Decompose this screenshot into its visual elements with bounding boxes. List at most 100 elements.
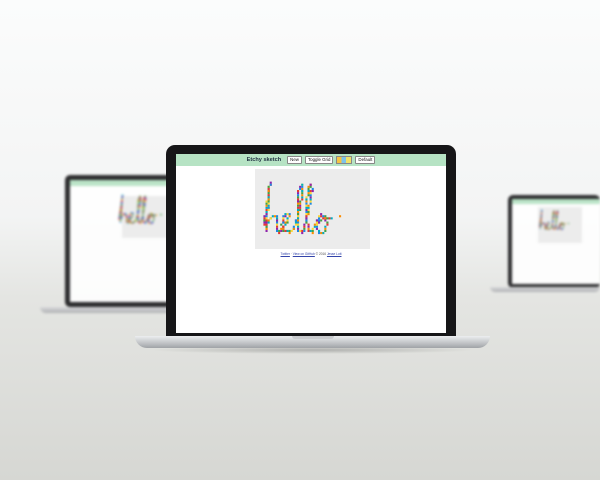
thumbnail-pixel [552, 215, 554, 217]
sketch-pixel [280, 223, 283, 226]
sketch-pixel [267, 194, 270, 197]
sketch-pixel [297, 198, 300, 201]
sketch-pixel [309, 229, 312, 232]
sketch-pixel [284, 215, 287, 218]
sketch-pixel [324, 229, 327, 232]
sketch-pixel [313, 225, 316, 228]
toggle-grid-button[interactable]: Toggle Grid [304, 155, 334, 165]
sketch-pixel [322, 217, 325, 220]
sketch-pixel [282, 217, 285, 220]
footer-link-twitter[interactable]: Twitter [281, 252, 290, 256]
thumbnail-pixel [554, 227, 556, 229]
sketch-pixel [282, 225, 285, 228]
thumbnail-pixel [137, 209, 139, 212]
new-button[interactable]: New [287, 155, 302, 165]
thumbnail-pixel [567, 222, 570, 225]
footer-link-author[interactable]: Jesse Lott [327, 252, 342, 256]
sketch-pixel [324, 227, 327, 230]
sketch-pixel [309, 202, 312, 205]
sketch-pixel [297, 200, 300, 203]
thumbnail-pixel [142, 209, 144, 212]
sketch-pixel [305, 202, 308, 205]
sketch-pixel [318, 229, 321, 232]
sketch-pixel [297, 215, 300, 218]
sketch-pixel [286, 217, 289, 220]
sketch-pixel [288, 232, 291, 235]
sketch-pixel [324, 225, 327, 228]
sketch-pixel [301, 196, 304, 199]
sketch-pixel [267, 185, 270, 188]
thumbnail-pixel [121, 200, 123, 202]
sketch-pixel [265, 211, 268, 214]
sketch-pixel [297, 192, 300, 195]
sketch-pixel [299, 208, 302, 211]
sketch-pixel [284, 229, 287, 232]
thumbnail-pixel [121, 201, 123, 204]
thumbnail-pixel [556, 216, 558, 218]
thumbnail-pixel [137, 203, 139, 206]
sketch-canvas[interactable] [255, 169, 370, 249]
sketch-pixel [265, 206, 268, 209]
sketch-pixel [315, 227, 318, 230]
sketch-pixel [263, 215, 266, 218]
sketch-pixel [294, 223, 297, 226]
thumbnail-pixel [555, 215, 557, 217]
default-button[interactable]: Default [355, 155, 376, 165]
sketch-pixel [307, 229, 310, 232]
thumbnail-pixel [143, 205, 146, 208]
thumbnail-pixel [144, 202, 146, 205]
sketch-pixel [263, 223, 266, 226]
thumbnail-pixel [142, 206, 144, 209]
thumbnail-pixel [160, 213, 162, 216]
sketch-pixel [318, 217, 321, 220]
thumbnail-pixel [144, 201, 146, 203]
sketch-pixel [322, 232, 325, 235]
thumbnail-pixel [564, 223, 566, 225]
sketch-pixel [297, 227, 300, 230]
sketch-pixel [301, 192, 304, 195]
sketch-pixel [273, 215, 276, 218]
sketch-pixel [301, 183, 304, 186]
sketch-pixel [276, 223, 279, 226]
sketch-pixel [309, 194, 312, 197]
sketch-pixel [299, 200, 302, 203]
thumbnail-pixel [552, 221, 554, 223]
thumbnail-pixel [137, 199, 140, 201]
sketch-pixel [339, 215, 342, 218]
sketch-pixel [276, 229, 279, 232]
sketch-pixel [278, 232, 281, 235]
thumbnail-pixel [139, 222, 142, 224]
sketch-pixel [269, 183, 272, 186]
sketch-pixel [305, 211, 308, 214]
sketch-pixel [297, 221, 300, 224]
footer-link-github[interactable]: View on GitHub [293, 252, 315, 256]
sketch-pixel [311, 232, 314, 235]
thumbnail-pixel [137, 211, 139, 213]
sketch-pixel [305, 204, 308, 207]
thumbnail-pixel [142, 203, 144, 206]
thumbnail-pixel [139, 201, 141, 203]
thumbnail-pixel [120, 218, 122, 220]
hello-pixel-drawing [263, 181, 342, 235]
app-header: Etchy sketch New Toggle Grid Default [176, 154, 446, 166]
sketch-pixel [307, 213, 310, 216]
sketch-pixel [280, 227, 283, 230]
sketch-pixel [297, 194, 300, 197]
sketch-pixel [299, 206, 302, 209]
thumbnail-pixel [138, 205, 141, 208]
sketch-pixel [313, 223, 316, 226]
sketch-pixel [307, 211, 310, 214]
sketch-pixel [276, 219, 279, 222]
sketch-pixel [299, 204, 302, 207]
sketch-pixel [303, 225, 306, 228]
sketch-pixel [267, 200, 270, 203]
sketch-pixel [320, 232, 323, 235]
thumbnail-pixel [121, 196, 124, 198]
sketch-pixel [305, 219, 308, 222]
thumbnail-pixel [155, 214, 157, 216]
sketch-pixel [305, 206, 308, 209]
sketch-pixel [305, 198, 308, 201]
sketch-pixel [267, 198, 270, 201]
sketch-pixel [297, 217, 300, 220]
color-picker[interactable] [336, 156, 353, 164]
